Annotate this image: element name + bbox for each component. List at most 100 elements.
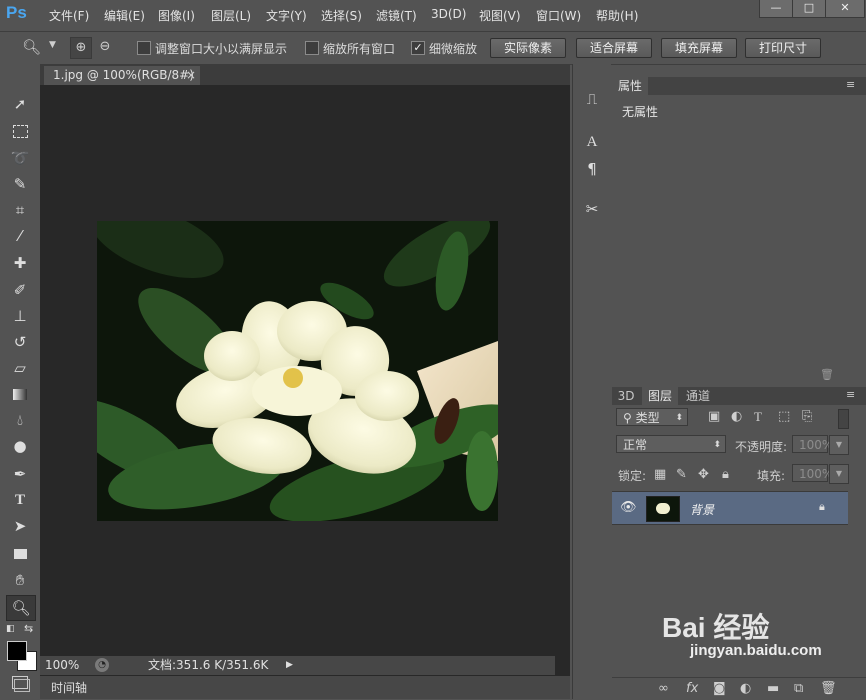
paragraph-panel-icon[interactable]: ¶ [581, 158, 603, 180]
adjustment-layer-icon[interactable]: ◐ [740, 681, 751, 696]
marquee-tool-icon[interactable] [6, 119, 34, 143]
document-tab-title: 1.jpg @ 100%(RGB/8#) [53, 68, 194, 82]
new-layer-icon[interactable]: ⧉ [794, 681, 803, 696]
fit-screen-button[interactable]: 适合屏幕 [576, 38, 652, 58]
path-selection-tool-icon[interactable]: ➤ [6, 514, 34, 538]
menu-help[interactable]: 帮助(H) [596, 7, 638, 24]
filter-smart-object-icon[interactable]: ⎘ [802, 409, 812, 424]
tool-presets-icon[interactable]: ✂ [581, 198, 603, 220]
lock-transparent-icon[interactable]: ▦ [654, 467, 666, 482]
tab-layers[interactable]: 图层 [642, 387, 678, 405]
hand-tool-icon[interactable]: ✋︎ [6, 568, 34, 592]
close-icon[interactable]: × [186, 66, 196, 85]
menu-3d[interactable]: 3D(D) [431, 7, 466, 21]
zoom-level[interactable]: 100% [45, 656, 79, 675]
panel-dock: ⎍ A ¶ ✂ [572, 64, 611, 699]
menu-layer[interactable]: 图层(L) [211, 7, 251, 24]
zoom-out-icon[interactable]: ⊖ [95, 37, 115, 57]
zoom-all-windows-checkbox[interactable] [305, 41, 319, 55]
tools-panel: ➚ ➰ ✎ ⌗ ⁄ ✚ ✐ ⊥ ↺ ▱ 💧︎ ● ✒ T ➤ ✋︎ 🔍︎ ◧ ⇆ [0, 64, 40, 699]
document-size-info: 文档:351.6 K/351.6K [148, 658, 269, 672]
character-panel-icon[interactable]: A [581, 131, 603, 153]
opacity-field[interactable]: 100% [792, 435, 833, 453]
gradient-tool-icon[interactable] [6, 382, 34, 406]
tab-properties[interactable]: 属性 [612, 77, 648, 95]
move-tool-icon[interactable]: ➚ [6, 92, 34, 116]
document-image[interactable] [97, 221, 498, 521]
brush-tool-icon[interactable]: ✐ [6, 278, 34, 302]
menu-view[interactable]: 视图(V) [479, 7, 521, 24]
history-brush-tool-icon[interactable]: ↺ [6, 330, 34, 354]
filter-shape-icon[interactable]: ⬚ [778, 409, 790, 424]
eraser-tool-icon[interactable]: ▱ [6, 356, 34, 380]
add-mask-icon[interactable]: ◙ [713, 681, 726, 696]
eye-icon[interactable]: 👁︎ [620, 500, 637, 515]
fill-label: 填充: [757, 469, 786, 483]
layer-name[interactable]: 背景 [690, 501, 714, 518]
status-menu-arrow-icon[interactable]: ▶ [286, 656, 293, 675]
actual-pixels-button[interactable]: 实际像素 [490, 38, 566, 58]
close-button[interactable]: ✕ [825, 0, 865, 18]
panel-menu-icon[interactable]: ≡ [846, 78, 855, 91]
default-colors-icon[interactable]: ◧ [6, 624, 15, 634]
fill-dropdown-icon[interactable]: ▼ [829, 464, 849, 484]
print-size-button[interactable]: 打印尺寸 [745, 38, 821, 58]
lasso-tool-icon[interactable]: ➰ [6, 146, 34, 170]
crop-tool-icon[interactable]: ⌗ [6, 198, 34, 222]
filter-adjustment-icon[interactable]: ◐ [731, 409, 742, 424]
layers-panel-menu-icon[interactable]: ≡ [846, 388, 855, 401]
lock-all-icon[interactable]: 🔒︎ [722, 467, 729, 482]
menu-file[interactable]: 文件(F) [49, 7, 89, 24]
chevron-down-icon[interactable]: ▼ [49, 40, 56, 50]
blend-mode-select[interactable]: 正常 ⬍ [616, 435, 726, 453]
status-info-icon[interactable]: ◔ [95, 658, 109, 672]
fill-screen-button[interactable]: 填充屏幕 [661, 38, 737, 58]
rectangle-tool-icon[interactable] [6, 541, 34, 565]
filter-toggle[interactable] [838, 409, 849, 429]
blur-tool-icon[interactable]: 💧︎ [6, 408, 34, 432]
foreground-color-swatch[interactable] [7, 641, 27, 661]
timeline-tab[interactable]: 时间轴 [51, 679, 87, 696]
type-tool-icon[interactable]: T [6, 488, 34, 512]
minimize-button[interactable]: — [759, 0, 793, 18]
delete-layer-icon[interactable]: 🗑︎ [820, 681, 837, 696]
quick-select-tool-icon[interactable]: ✎ [6, 172, 34, 196]
resize-windows-checkbox[interactable] [137, 41, 151, 55]
fill-field[interactable]: 100% [792, 464, 833, 482]
pen-tool-icon[interactable]: ✒ [6, 462, 34, 486]
menu-bar: Ps 文件(F) 编辑(E) 图像(I) 图层(L) 文字(Y) 选择(S) 滤… [0, 0, 866, 30]
scrubby-zoom-label: 细微缩放 [429, 42, 478, 56]
tab-channels[interactable]: 通道 [680, 387, 716, 405]
lock-image-icon[interactable]: ✎ [676, 467, 687, 482]
filter-type-icon[interactable]: T [754, 409, 762, 425]
tab-3d[interactable]: 3D [612, 387, 640, 405]
healing-brush-tool-icon[interactable]: ✚ [6, 251, 34, 275]
scrubby-zoom-checkbox[interactable]: ✓ [411, 41, 425, 55]
link-layers-icon[interactable]: ∞ [658, 681, 669, 696]
document-tab[interactable]: 1.jpg @ 100%(RGB/8#) × [44, 66, 200, 85]
swap-colors-icon[interactable]: ⇆ [24, 622, 33, 635]
trash-icon[interactable]: 🗑︎ [820, 368, 834, 381]
menu-edit[interactable]: 编辑(E) [104, 7, 145, 24]
new-group-icon[interactable]: ▬ [767, 681, 779, 696]
clone-stamp-tool-icon[interactable]: ⊥ [6, 304, 34, 328]
maximize-button[interactable]: □ [792, 0, 826, 18]
timeline-toggle-icon[interactable] [14, 679, 30, 692]
layer-filter-select[interactable]: ⚲ 类型 ⬍ [616, 408, 688, 426]
layer-style-icon[interactable]: fx [686, 681, 698, 696]
lock-position-icon[interactable]: ✥ [698, 467, 709, 482]
zoom-tool-preset-icon[interactable]: 🔍︎ [22, 38, 41, 56]
dodge-tool-icon[interactable]: ● [6, 434, 34, 458]
menu-filter[interactable]: 滤镜(T) [376, 7, 417, 24]
menu-window[interactable]: 窗口(W) [536, 7, 581, 24]
history-panel-icon[interactable]: ⎍ [581, 88, 603, 110]
menu-image[interactable]: 图像(I) [158, 7, 195, 24]
eyedropper-tool-icon[interactable]: ⁄ [6, 224, 34, 248]
opacity-dropdown-icon[interactable]: ▼ [829, 435, 849, 455]
zoom-tool-icon[interactable]: 🔍︎ [6, 595, 36, 621]
layer-row[interactable]: 👁︎ 背景 🔒︎ [612, 491, 848, 525]
menu-type[interactable]: 文字(Y) [266, 7, 307, 24]
menu-select[interactable]: 选择(S) [321, 7, 362, 24]
filter-pixel-icon[interactable]: ▣ [708, 409, 720, 424]
zoom-in-icon[interactable]: ⊕ [70, 37, 92, 59]
